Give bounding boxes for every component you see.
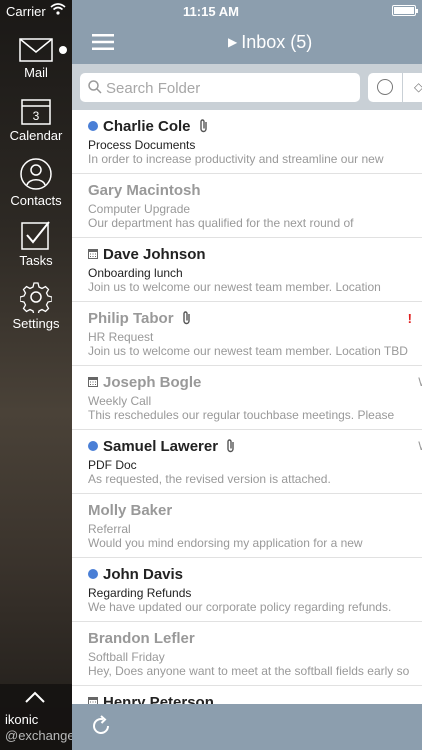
account-email: @exchange <box>5 728 75 743</box>
message-preview: Join us to welcome our newest team membe… <box>88 344 408 358</box>
message-subject: Process Documents <box>88 138 196 152</box>
sidebar-item-label: Contacts <box>10 193 62 208</box>
message-row[interactable]: Brandon Lefler Softball Friday Hey, Does a… <box>72 622 422 686</box>
message-row[interactable]: Molly Baker Referral Would you mind endors… <box>72 494 422 558</box>
tasks-icon <box>21 221 50 250</box>
mail-icon <box>19 38 53 62</box>
message-row[interactable]: Charlie Cole Process Documents In order to… <box>72 110 422 174</box>
message-sender: Philip Tabor <box>88 310 192 327</box>
search-input[interactable]: Search Folder <box>80 73 360 102</box>
message-preview: This reschedules our regular touchbase m… <box>88 408 395 422</box>
message-subject: Onboarding lunch <box>88 266 183 280</box>
chevron-up-icon[interactable] <box>24 690 46 704</box>
status-bar: Carrier 11:15 AM <box>0 0 422 22</box>
message-sender: Samuel Lawerer <box>103 438 236 455</box>
attachment-icon <box>199 119 207 133</box>
message-date: We <box>418 439 422 453</box>
folder-title-button[interactable]: ▶ Inbox (5) <box>228 32 312 53</box>
message-row[interactable]: Gary Macintosh Computer Upgrade Our depart… <box>72 174 422 238</box>
refresh-icon[interactable] <box>90 715 112 737</box>
message-preview: Our department has qualified for the nex… <box>88 216 354 230</box>
attachment-icon <box>227 439 234 453</box>
message-subject: HR Request <box>88 330 154 344</box>
message-subject: Softball Friday <box>88 650 165 664</box>
message-subject: Weekly Call <box>88 394 152 408</box>
message-row[interactable]: John Davis Regarding Refunds We have updat… <box>72 558 422 622</box>
unread-dot <box>88 569 98 579</box>
selected-indicator <box>59 46 67 54</box>
message-subject: PDF Doc <box>88 458 137 472</box>
unread-dot <box>88 121 98 131</box>
message-subject: Regarding Refunds <box>88 586 192 600</box>
calendar-invite-icon <box>88 249 98 259</box>
message-preview: Hey, Does anyone want to meet at the sof… <box>88 664 410 678</box>
unread-dot <box>88 441 98 451</box>
calendar-invite-icon <box>88 377 98 387</box>
message-list: Charlie Cole Process Documents In order to… <box>72 110 422 750</box>
message-row[interactable]: Philip Tabor HR Request Join us to welcome… <box>72 302 422 366</box>
search-placeholder: Search Folder <box>106 80 201 97</box>
flag-filter-icon[interactable]: ◇ <box>414 80 422 94</box>
sidebar-item-mail[interactable]: Mail <box>0 38 72 80</box>
filter-segment[interactable]: ◇ <box>368 73 422 102</box>
message-sender: Dave Johnson <box>103 246 206 263</box>
calendar-day-badge: 3 <box>33 109 40 123</box>
importance-flag-icon: ! <box>407 311 412 326</box>
calendar-icon: 3 <box>21 99 51 125</box>
battery-icon <box>392 5 418 16</box>
sidebar-item-contacts[interactable]: Contacts <box>0 158 72 208</box>
message-preview: We have updated our corporate policy reg… <box>88 600 392 614</box>
message-sender: Gary Macintosh <box>88 182 201 199</box>
message-preview: Join us to welcome our newest team membe… <box>88 280 381 294</box>
message-subject: Computer Upgrade <box>88 202 191 216</box>
sidebar-item-calendar[interactable]: 3 Calendar <box>0 99 72 143</box>
message-sender: Molly Baker <box>88 502 173 519</box>
sidebar: Mail 3 Calendar Contacts Tasks Settings <box>0 0 75 750</box>
sidebar-item-tasks[interactable]: Tasks <box>0 220 72 268</box>
main-panel: ▶ Inbox (5) Search Folder ◇ Charlie Cole P… <box>72 0 422 750</box>
message-sender: John Davis <box>103 566 184 583</box>
clock: 11:15 AM <box>183 4 239 19</box>
account-panel[interactable]: ikonic @exchange <box>0 684 75 750</box>
message-preview: Would you mind endorsing my application … <box>88 536 363 550</box>
play-triangle-icon: ▶ <box>228 35 238 49</box>
search-bar: Search Folder ◇ <box>72 64 422 110</box>
settings-icon <box>20 282 52 313</box>
contacts-icon <box>20 158 52 190</box>
message-row[interactable]: Dave Johnson Onboarding lunch Join us to w… <box>72 238 422 302</box>
message-sender: Brandon Lefler <box>88 630 195 647</box>
message-preview: As requested, the revised version is att… <box>88 472 331 486</box>
segment-divider <box>402 73 403 102</box>
message-subject: Referral <box>88 522 131 536</box>
sidebar-item-label: Calendar <box>9 128 63 143</box>
message-sender: Joseph Bogle <box>103 374 202 391</box>
bottom-toolbar <box>72 704 422 750</box>
folder-title: Inbox (5) <box>241 32 313 52</box>
sidebar-item-label: Mail <box>24 65 48 80</box>
message-date: We <box>418 375 422 389</box>
message-sender: Charlie Cole <box>103 118 209 135</box>
sidebar-item-label: Tasks <box>19 253 53 268</box>
search-icon <box>88 80 102 94</box>
account-name: ikonic <box>5 712 39 727</box>
unread-filter-circle-icon[interactable] <box>377 79 393 95</box>
message-row[interactable]: Joseph Bogle Weekly Call This reschedules … <box>72 366 422 430</box>
sidebar-item-settings[interactable]: Settings <box>0 281 72 331</box>
attachment-icon <box>182 311 190 325</box>
message-preview: In order to increase productivity and st… <box>88 152 384 166</box>
sidebar-item-label: Settings <box>12 316 60 331</box>
message-row[interactable]: Samuel Lawerer PDF Doc As requested, the r… <box>72 430 422 494</box>
hamburger-menu-icon[interactable] <box>92 34 114 50</box>
